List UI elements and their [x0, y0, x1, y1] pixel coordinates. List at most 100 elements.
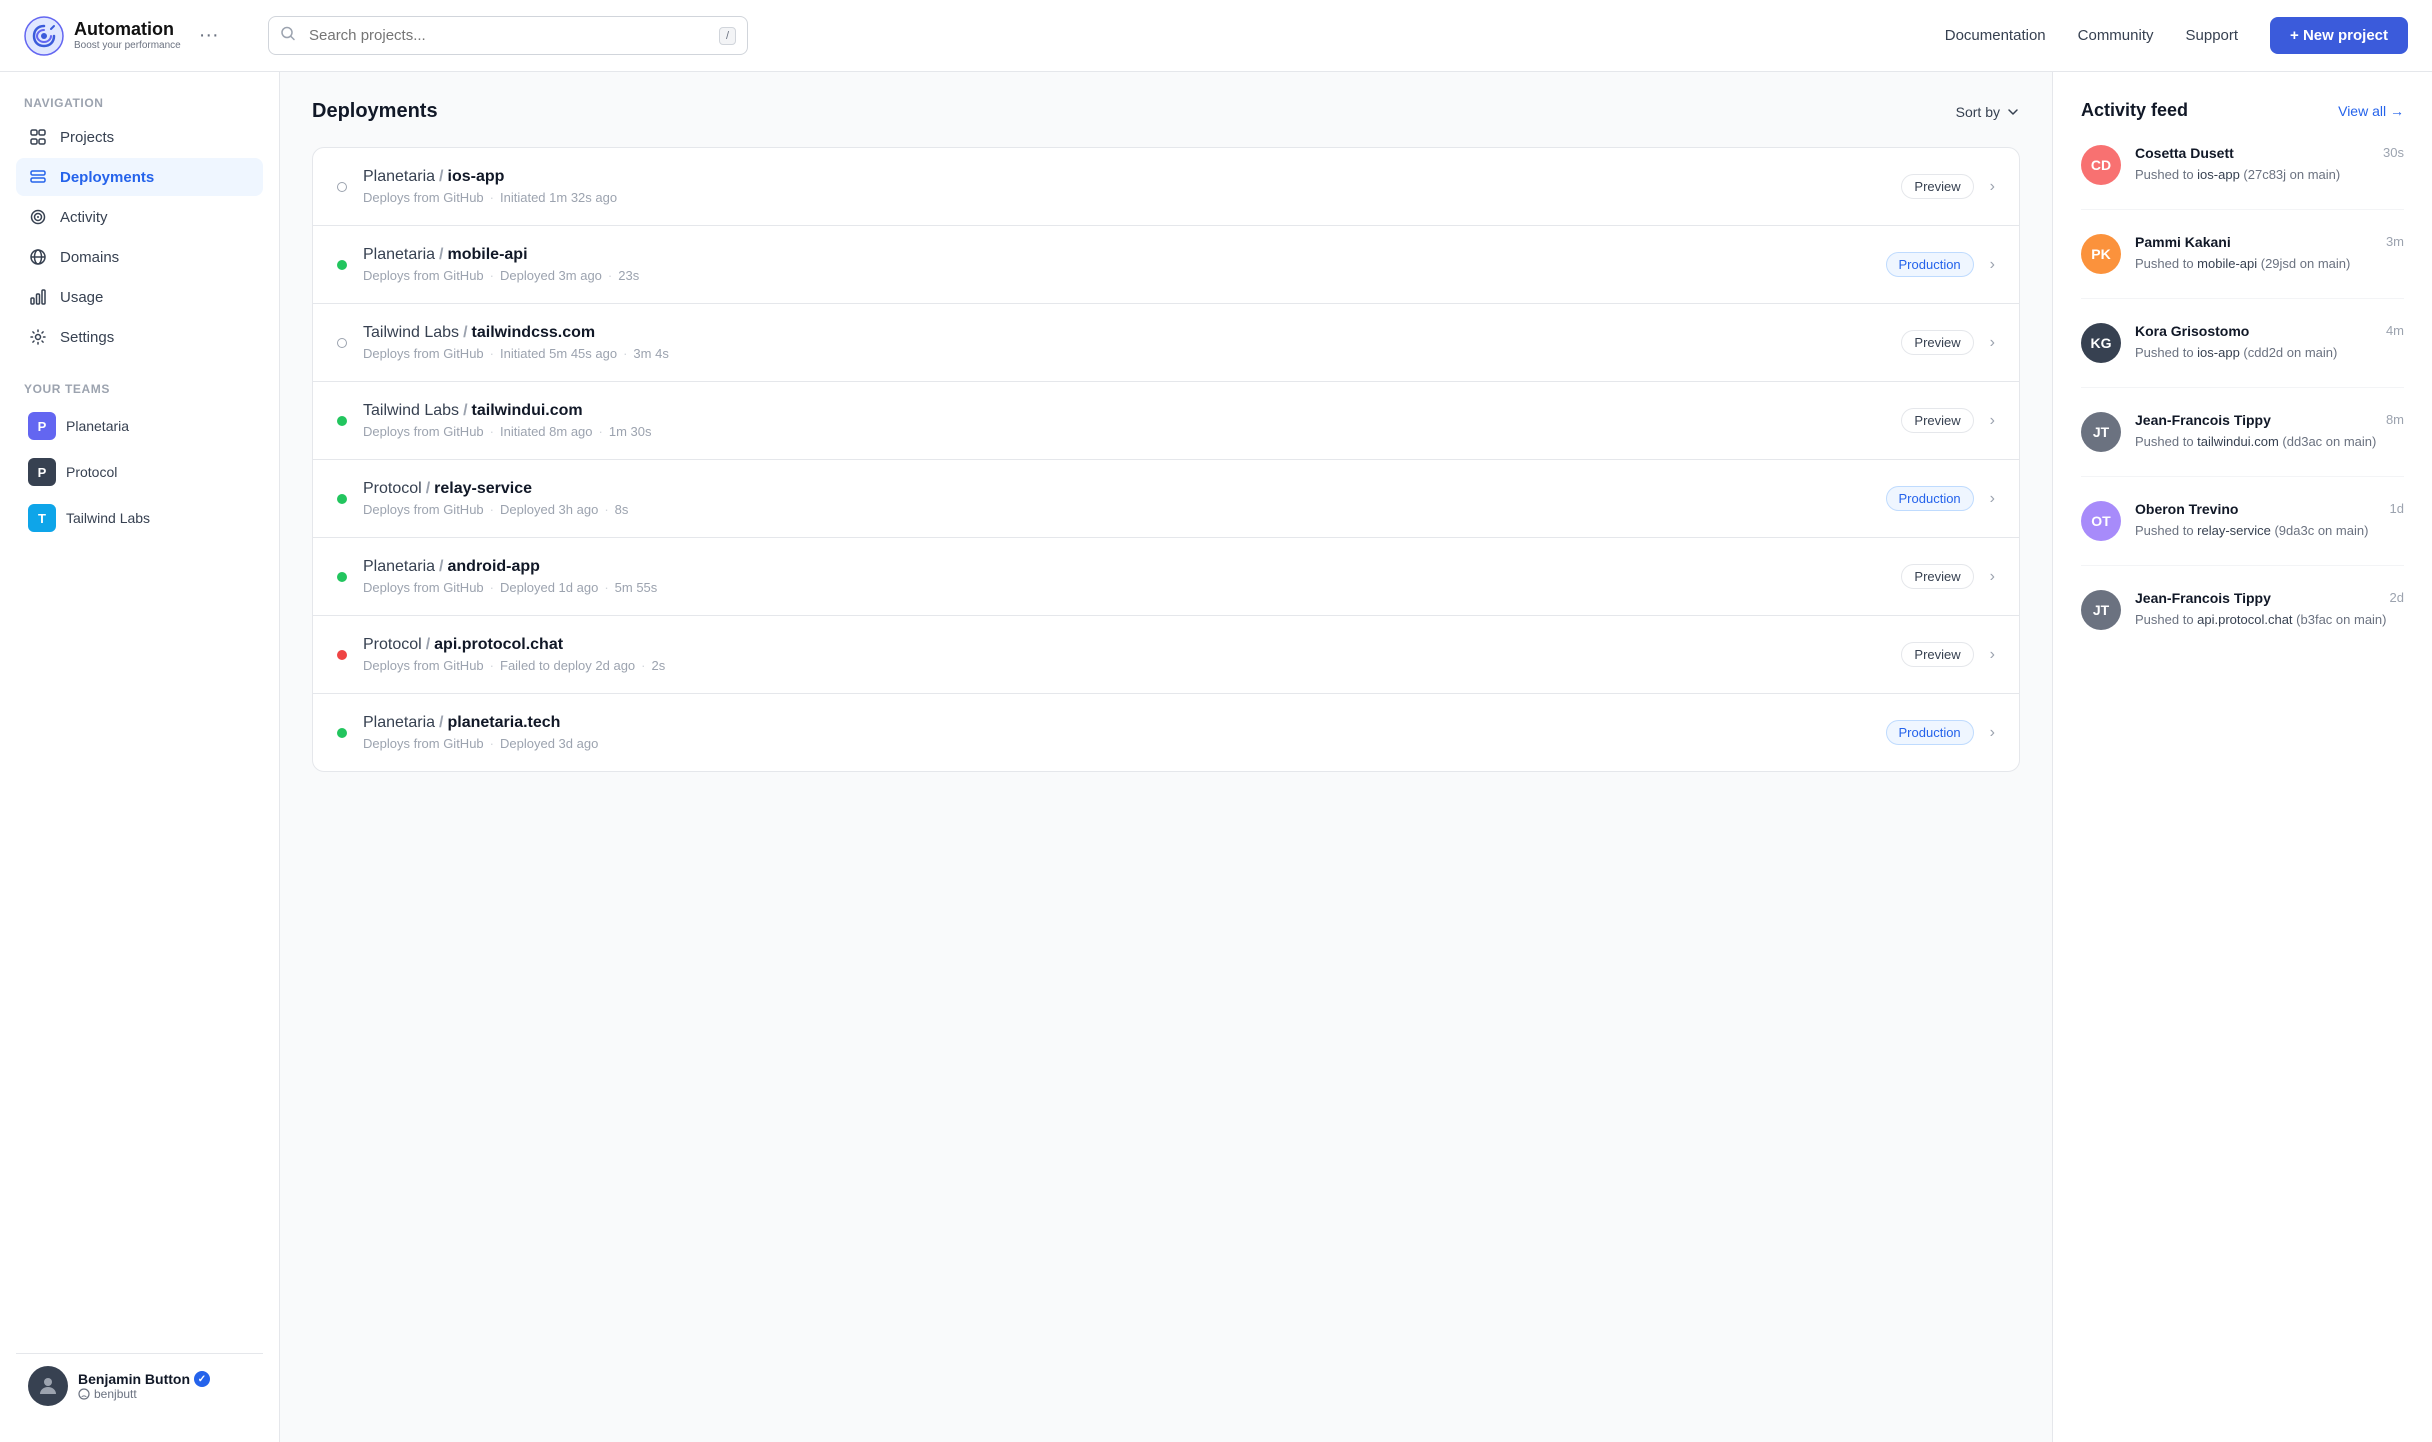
activity-item: CD Cosetta Dusett 30s Pushed to ios-app …	[2081, 145, 2404, 210]
logo-icon	[24, 16, 64, 56]
status-dot	[337, 338, 347, 348]
activity-name: Cosetta Dusett	[2135, 145, 2234, 161]
activity-divider	[2081, 565, 2404, 566]
verified-badge: ✓	[194, 1371, 210, 1387]
chevron-right-icon: ›	[1990, 568, 1995, 586]
team-name-tailwind: Tailwind Labs	[66, 510, 150, 526]
status-dot	[337, 494, 347, 504]
dep-meta: Deploys from GitHub · Initiated 8m ago ·…	[363, 424, 1901, 439]
sidebar-item-usage[interactable]: Usage	[16, 278, 263, 316]
team-name-planetaria: Planetaria	[66, 418, 129, 434]
search-input[interactable]	[268, 16, 748, 55]
user-info: Benjamin Button ✓ benjbutt	[78, 1371, 251, 1401]
status-dot	[337, 572, 347, 582]
dep-badge-area: Production ›	[1886, 486, 1995, 511]
dep-name: Protocol/relay-service	[363, 480, 1886, 498]
dep-meta: Deploys from GitHub · Deployed 1d ago · …	[363, 580, 1901, 595]
activity-item: JT Jean-Francois Tippy 8m Pushed to tail…	[2081, 412, 2404, 452]
team-item-tailwind[interactable]: T Tailwind Labs	[16, 496, 263, 540]
dep-badge: Production	[1886, 720, 1974, 745]
sort-by-button[interactable]: Sort by	[1956, 104, 2020, 120]
teams-section: Your teams P Planetaria P Protocol T Tai…	[16, 382, 263, 542]
status-dot	[337, 650, 347, 660]
topbar: Automation Boost your performance ··· / …	[0, 0, 2432, 72]
activity-header: Activity feed View all →	[2081, 100, 2404, 121]
dep-badge: Preview	[1901, 174, 1973, 199]
team-item-protocol[interactable]: P Protocol	[16, 450, 263, 494]
deployment-row[interactable]: Planetaria/mobile-api Deploys from GitHu…	[313, 226, 2019, 304]
activity-desc: Pushed to ios-app (cdd2d on main)	[2135, 343, 2404, 363]
activity-top: Cosetta Dusett 30s	[2135, 145, 2404, 161]
dep-info: Planetaria/planetaria.tech Deploys from …	[363, 714, 1886, 751]
deployments-icon	[28, 167, 48, 187]
team-avatar-protocol: P	[28, 458, 56, 486]
sidebar-item-domains[interactable]: Domains	[16, 238, 263, 276]
settings-icon	[28, 327, 48, 347]
dep-meta: Deploys from GitHub · Deployed 3d ago	[363, 736, 1886, 751]
deployment-row[interactable]: Tailwind Labs/tailwindui.com Deploys fro…	[313, 382, 2019, 460]
dep-name: Planetaria/ios-app	[363, 168, 1901, 186]
team-item-planetaria[interactable]: P Planetaria	[16, 404, 263, 448]
deployment-list: Planetaria/ios-app Deploys from GitHub ·…	[312, 147, 2020, 772]
activity-name: Jean-Francois Tippy	[2135, 412, 2271, 428]
sidebar-item-settings[interactable]: Settings	[16, 318, 263, 356]
dep-meta: Deploys from GitHub · Deployed 3m ago · …	[363, 268, 1886, 283]
app-name: Automation	[74, 20, 181, 40]
dep-badge-area: Preview ›	[1901, 642, 1995, 667]
activity-item: CD Cosetta Dusett 30s Pushed to ios-app …	[2081, 145, 2404, 185]
sidebar-item-deployments[interactable]: Deployments	[16, 158, 263, 196]
activity-item: OT Oberon Trevino 1d Pushed to relay-ser…	[2081, 501, 2404, 566]
activity-icon	[28, 207, 48, 227]
search-wrap: /	[268, 16, 748, 55]
team-name-protocol: Protocol	[66, 464, 117, 480]
sidebar-item-label: Usage	[60, 289, 103, 306]
new-project-button[interactable]: + New project	[2270, 17, 2408, 54]
activity-time: 4m	[2386, 323, 2404, 338]
dep-info: Planetaria/ios-app Deploys from GitHub ·…	[363, 168, 1901, 205]
activity-item: JT Jean-Francois Tippy 8m Pushed to tail…	[2081, 412, 2404, 477]
community-link[interactable]: Community	[2078, 27, 2154, 44]
activity-item: OT Oberon Trevino 1d Pushed to relay-ser…	[2081, 501, 2404, 541]
user-avatar	[28, 1366, 68, 1406]
deployment-row[interactable]: Protocol/relay-service Deploys from GitH…	[313, 460, 2019, 538]
deployment-row[interactable]: Tailwind Labs/tailwindcss.com Deploys fr…	[313, 304, 2019, 382]
logo-text-area: Automation Boost your performance	[74, 20, 181, 51]
dep-meta: Deploys from GitHub · Deployed 3h ago · …	[363, 502, 1886, 517]
search-icon	[280, 25, 296, 46]
activity-time: 3m	[2386, 234, 2404, 249]
deployments-panel: Deployments Sort by Planetaria/ios-app D…	[280, 72, 2052, 1442]
team-avatar-tailwind: T	[28, 504, 56, 532]
deployment-row[interactable]: Planetaria/planetaria.tech Deploys from …	[313, 694, 2019, 771]
dep-name: Planetaria/planetaria.tech	[363, 714, 1886, 732]
app-tagline: Boost your performance	[74, 40, 181, 51]
sidebar-item-activity[interactable]: Activity	[16, 198, 263, 236]
activity-body: Kora Grisostomo 4m Pushed to ios-app (cd…	[2135, 323, 2404, 363]
deployment-row[interactable]: Protocol/api.protocol.chat Deploys from …	[313, 616, 2019, 694]
activity-divider	[2081, 209, 2404, 210]
dep-badge-area: Production ›	[1886, 720, 1995, 745]
deployment-row[interactable]: Planetaria/android-app Deploys from GitH…	[313, 538, 2019, 616]
dep-badge-area: Preview ›	[1901, 564, 1995, 589]
view-all-link[interactable]: View all →	[2338, 103, 2404, 119]
dep-info: Tailwind Labs/tailwindcss.com Deploys fr…	[363, 324, 1901, 361]
activity-time: 30s	[2383, 145, 2404, 160]
more-button[interactable]: ···	[191, 20, 227, 51]
user-name: Benjamin Button ✓	[78, 1371, 251, 1387]
sidebar-item-label: Deployments	[60, 169, 154, 186]
support-link[interactable]: Support	[2186, 27, 2239, 44]
activity-body: Jean-Francois Tippy 8m Pushed to tailwin…	[2135, 412, 2404, 452]
activity-item: KG Kora Grisostomo 4m Pushed to ios-app …	[2081, 323, 2404, 363]
activity-avatar: KG	[2081, 323, 2121, 363]
dep-info: Planetaria/android-app Deploys from GitH…	[363, 558, 1901, 595]
dep-badge: Preview	[1901, 642, 1973, 667]
sidebar-item-projects[interactable]: Projects	[16, 118, 263, 156]
dep-name: Tailwind Labs/tailwindui.com	[363, 402, 1901, 420]
activity-divider	[2081, 476, 2404, 477]
teams-label: Your teams	[16, 382, 263, 396]
activity-panel: Activity feed View all → CD Cosetta Duse…	[2052, 72, 2432, 1442]
documentation-link[interactable]: Documentation	[1945, 27, 2046, 44]
deployment-row[interactable]: Planetaria/ios-app Deploys from GitHub ·…	[313, 148, 2019, 226]
dep-badge-area: Preview ›	[1901, 408, 1995, 433]
activity-desc: Pushed to api.protocol.chat (b3fac on ma…	[2135, 610, 2404, 630]
activity-list: CD Cosetta Dusett 30s Pushed to ios-app …	[2081, 145, 2404, 630]
